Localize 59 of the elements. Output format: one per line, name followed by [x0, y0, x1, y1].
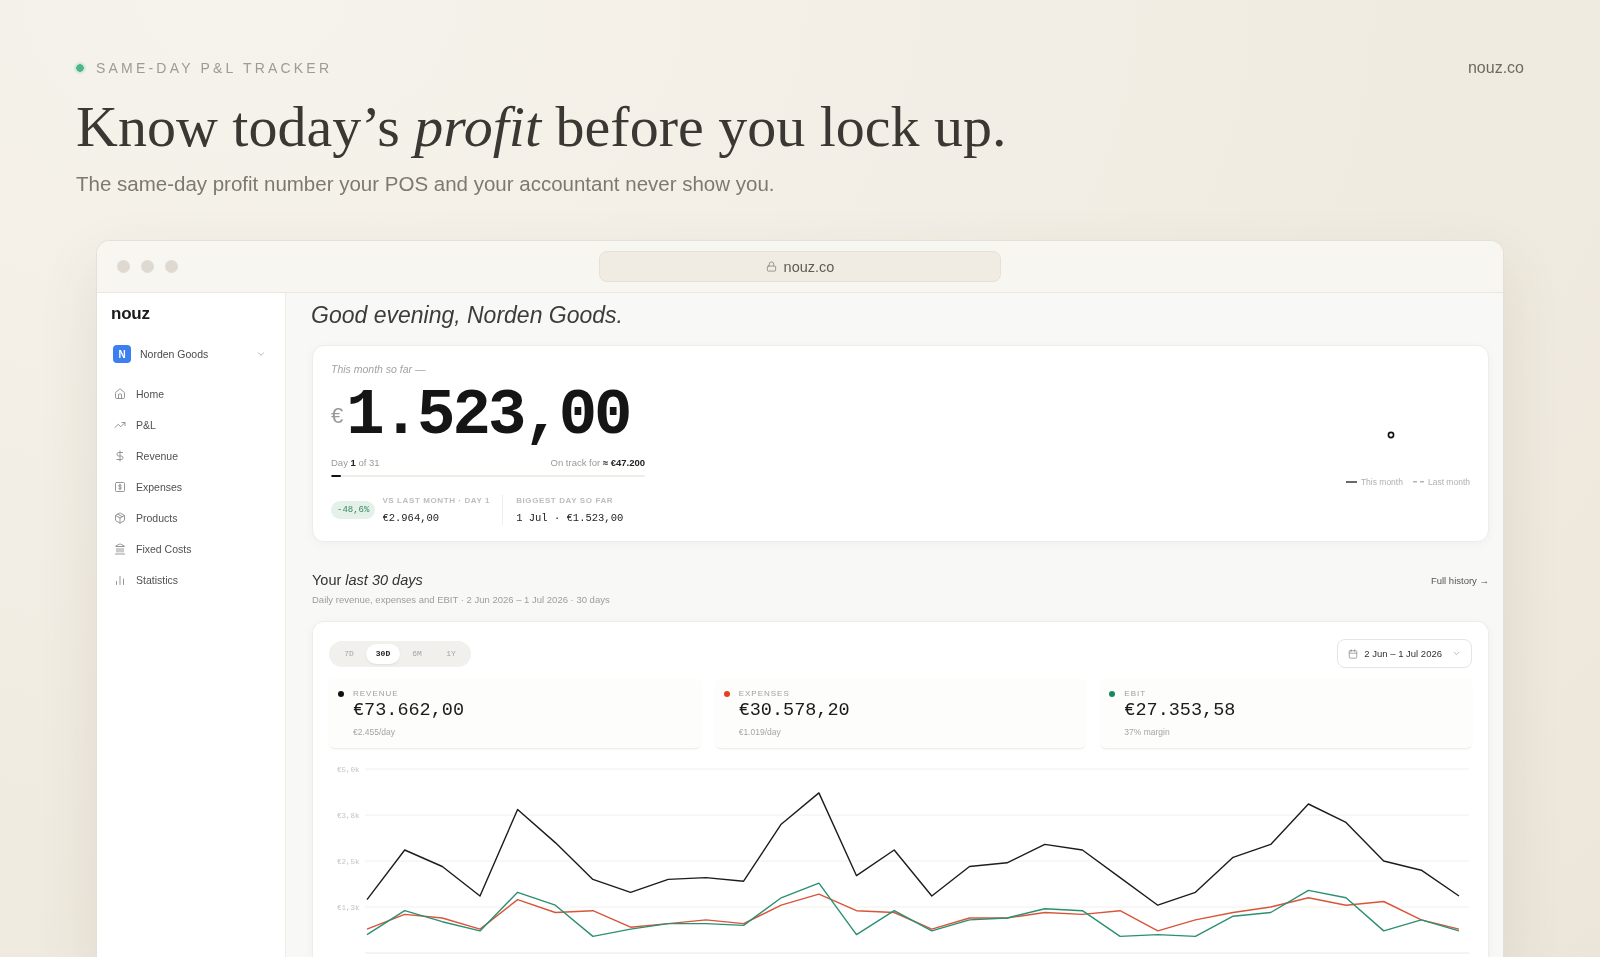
nav-item[interactable]: Statistics: [111, 564, 270, 595]
status-dot-icon: [74, 62, 86, 74]
subtitle: The same-day profit number your POS and your accountant never show you.: [76, 171, 776, 197]
address-bar[interactable]: nouz.co: [599, 251, 1001, 282]
kpi-label: REVENUE: [353, 688, 400, 700]
eyebrow-label: SAME-DAY P&L TRACKER: [96, 60, 333, 76]
window-dot-icon[interactable]: [117, 260, 130, 273]
dollar-square-icon: [114, 480, 126, 493]
home-icon: [114, 387, 126, 400]
chevron-down-icon: [256, 349, 266, 359]
greeting-heading: Good evening, Norden Goods.: [311, 301, 624, 329]
data-point-icon: [1387, 431, 1395, 439]
kpi-label: EXPENSES: [738, 688, 791, 700]
day-counter: Day 1 of 31: [331, 456, 380, 469]
dollar-icon: [114, 449, 126, 462]
package-icon: [114, 511, 126, 524]
nav-item[interactable]: Products: [111, 502, 270, 533]
chevron-down-icon: [1452, 649, 1461, 658]
stat-value: 1 Jul · €1.523,00: [516, 511, 624, 525]
lock-icon: [765, 261, 777, 272]
site-domain: nouz.co: [1467, 59, 1524, 77]
change-badge: -48,6%: [331, 501, 376, 519]
kpi-label: EBIT: [1124, 688, 1148, 700]
currency-symbol: €: [331, 404, 344, 428]
calendar-icon: [1348, 648, 1359, 659]
kpi-note: 37% margin: [1124, 726, 1171, 738]
stat-label: VS LAST MONTH · DAY 1: [382, 495, 491, 507]
workspace-switcher[interactable]: N Norden Goods: [111, 340, 270, 368]
nav-item[interactable]: Home: [111, 378, 270, 409]
stat-value: €2.964,00: [382, 511, 441, 525]
kpi-note: €2.455/day: [353, 726, 397, 738]
card-caption: This month so far —: [331, 362, 427, 376]
legend-label: This month: [1360, 476, 1403, 488]
solid-line-icon: [1345, 481, 1357, 483]
app-logo: nouz: [111, 303, 151, 325]
nav-item[interactable]: Expenses: [111, 471, 270, 502]
bank-icon: [114, 542, 126, 555]
kpi-value: €30.578,20: [738, 700, 851, 722]
legend-label: Last month: [1427, 476, 1470, 488]
date-range-picker[interactable]: 2 Jun – 1 Jul 2026: [1337, 639, 1472, 668]
section-title: Your last 30 days: [312, 571, 423, 589]
stat-label: BIGGEST DAY SO FAR: [516, 495, 615, 507]
full-history-link[interactable]: Full history →: [1430, 573, 1489, 587]
nav-item[interactable]: Fixed Costs: [111, 533, 270, 564]
kpi-note: €1.019/day: [738, 726, 782, 738]
bar-chart-icon: [114, 573, 126, 586]
forecast-text: On track for ≈ €47.200: [550, 456, 645, 469]
nav-item[interactable]: P&L: [111, 409, 270, 440]
kpi-value: €27.353,58: [1124, 700, 1237, 722]
window-dot-icon[interactable]: [165, 260, 178, 273]
nav-item[interactable]: Revenue: [111, 440, 270, 471]
window-dot-icon[interactable]: [141, 260, 154, 273]
month-profit-amount: 1.523,00: [346, 384, 630, 448]
range-tab[interactable]: 30D: [366, 643, 400, 664]
headline: Know today’s profit before you lock up.: [76, 95, 1008, 159]
dashed-line-icon: [1412, 481, 1424, 483]
workspace-avatar: N: [113, 345, 131, 363]
section-subtitle: Daily revenue, expenses and EBIT · 2 Jun 2026 – 1 Jul 2026 · 30 days: [312, 593, 611, 606]
kpi-value: €73.662,00: [353, 700, 466, 722]
